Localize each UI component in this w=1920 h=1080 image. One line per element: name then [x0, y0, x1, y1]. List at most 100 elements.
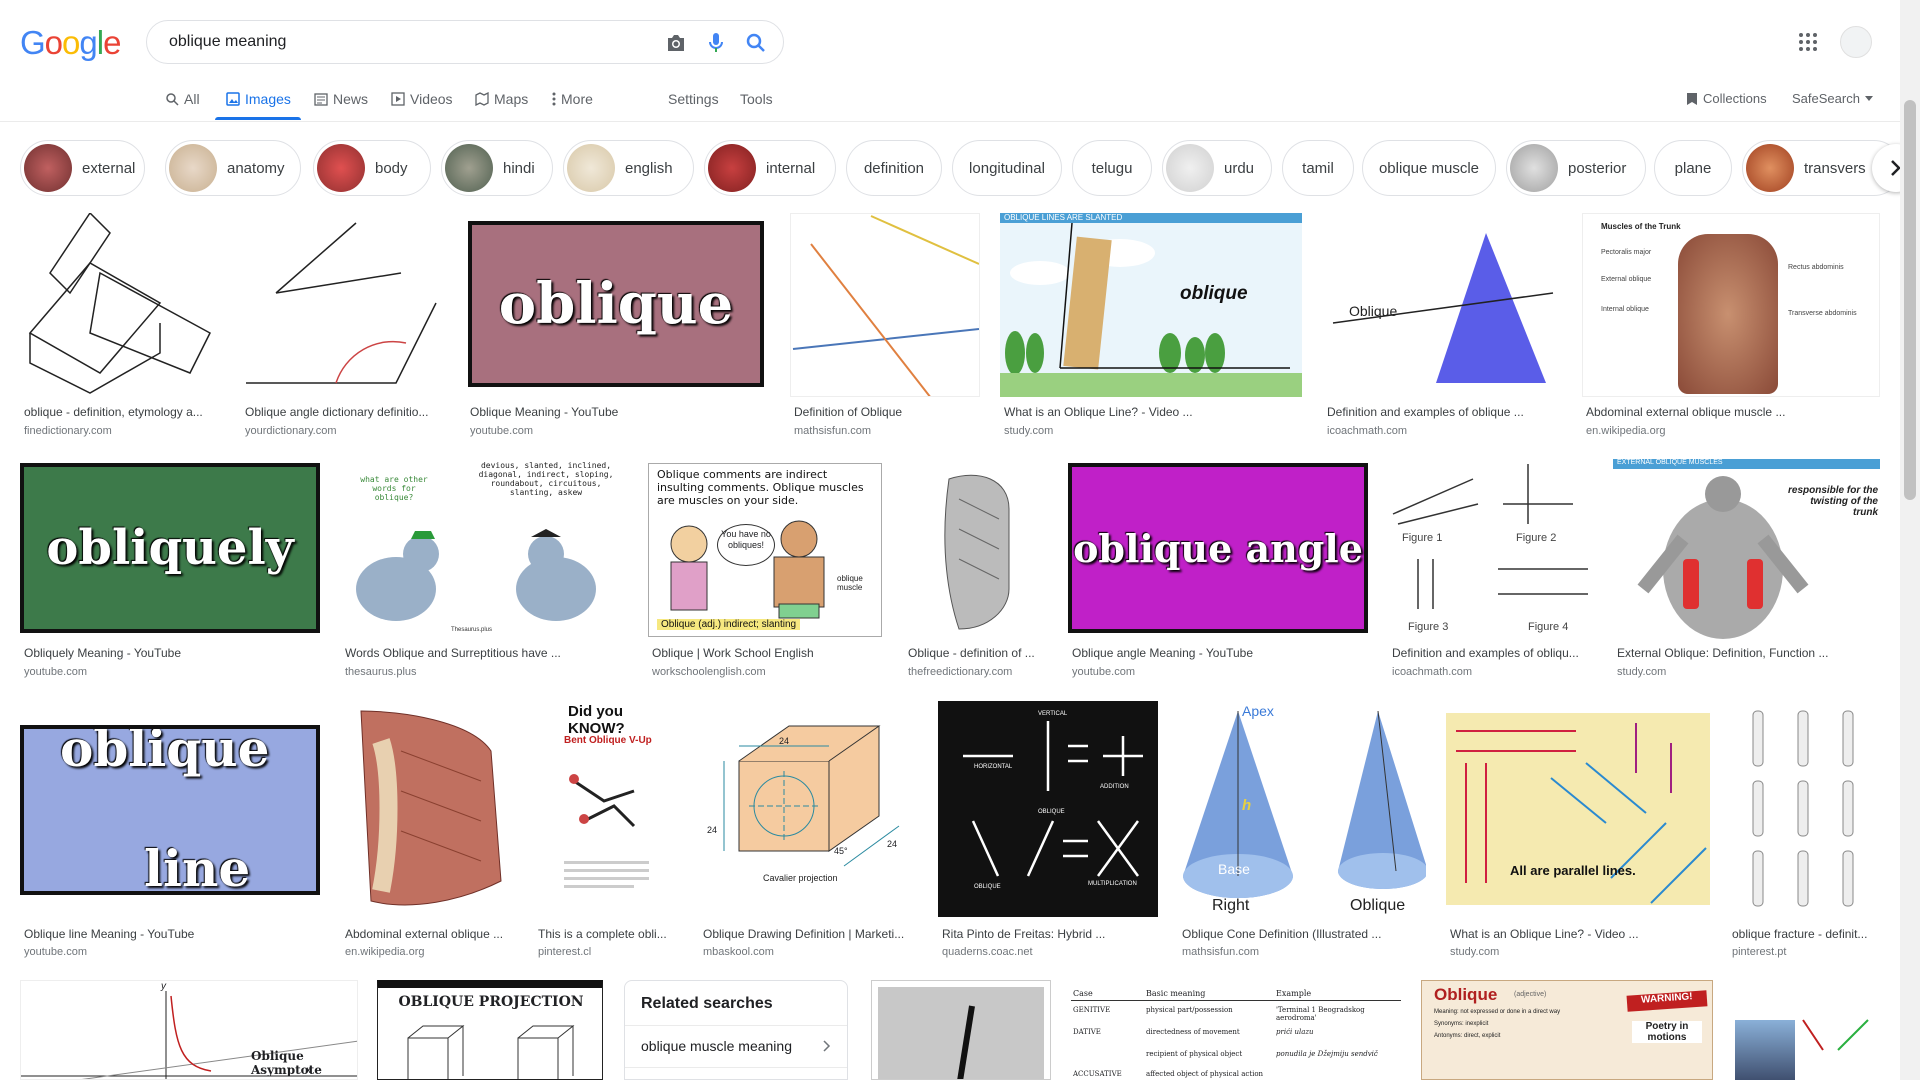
image-result[interactable]: EXTERNAL OBLIQUE MUSCLES responsible for…	[1613, 459, 1880, 683]
image-result[interactable]: oblique line Oblique line Meaning - YouT…	[20, 701, 322, 963]
chip-definition[interactable]: definition	[846, 140, 942, 196]
diagram-label: Rectus abdominis	[1788, 264, 1844, 271]
image-result[interactable]: OBLIQUE LINES ARE SLANTED oblique What i…	[1000, 213, 1302, 443]
result-image-word: line	[144, 839, 251, 895]
microphone-icon[interactable]	[704, 31, 728, 55]
table-cell: physical part/possession	[1146, 1006, 1233, 1014]
image-result[interactable]: Definition of Oblique mathsisfun.com	[790, 213, 980, 443]
chip-label: urdu	[1224, 159, 1255, 177]
result-title: External Oblique: Definition, Function .…	[1617, 646, 1829, 660]
result-source: pinterest.pt	[1732, 946, 1787, 958]
result-image: oblique angle	[1068, 463, 1368, 633]
image-result[interactable]: Apex h Base Right Oblique Oblique Cone D…	[1178, 701, 1426, 963]
search-icon[interactable]	[744, 31, 768, 55]
search-box[interactable]	[146, 20, 784, 64]
table-cell: directedness of movement	[1146, 1028, 1240, 1036]
result-source: workschoolenglish.com	[652, 666, 766, 678]
tab-all[interactable]: All	[166, 91, 200, 107]
apps-grid-icon[interactable]	[1796, 30, 1820, 54]
image-result[interactable]: Abdominal external oblique ... en.wikipe…	[341, 701, 513, 963]
result-image	[20, 213, 222, 397]
tab-more[interactable]: More	[552, 91, 593, 107]
tools-link[interactable]: Tools	[740, 91, 773, 107]
image-result[interactable]: oblique - definition, etymology a... fin…	[20, 213, 222, 443]
image-result[interactable]: what are other words for oblique? deviou…	[341, 459, 627, 683]
image-result[interactable]: y Oblique Asymptote x	[20, 980, 358, 1080]
google-logo[interactable]: Google	[20, 24, 121, 62]
result-image: Figure 1 Figure 2 Figure 3 Figure 4	[1388, 459, 1594, 639]
chip-posterior[interactable]: posterior	[1506, 140, 1646, 196]
image-result[interactable]: Oblique Definition and examples of obliq…	[1323, 213, 1561, 443]
settings-link[interactable]: Settings	[668, 91, 719, 107]
chip-external[interactable]: external	[20, 140, 145, 196]
safesearch-dropdown[interactable]: SafeSearch	[1792, 91, 1873, 106]
avatar[interactable]	[1840, 26, 1872, 58]
chip-hindi[interactable]: hindi	[441, 140, 553, 196]
tab-videos[interactable]: Videos	[391, 91, 453, 107]
image-result[interactable]: oblique Oblique Meaning - YouTube youtub…	[466, 213, 770, 443]
chip-english[interactable]: english	[563, 140, 694, 196]
image-result[interactable]: Oblique angle dictionary definitio... yo…	[241, 213, 445, 443]
tab-label: Videos	[410, 91, 453, 107]
image-result[interactable]: All are parallel lines. What is an Obliq…	[1446, 701, 1710, 963]
image-icon	[226, 92, 240, 106]
result-title: What is an Oblique Line? - Video ...	[1004, 405, 1193, 419]
chalk-label: HORIZONTAL	[974, 764, 1013, 770]
scrollbar-thumb[interactable]	[1904, 100, 1916, 500]
image-result[interactable]: Did you KNOW? Bent Oblique V-Up This is …	[534, 701, 678, 963]
image-result[interactable]: Case Basic meaning Example GENITIVE phys…	[1071, 980, 1401, 1080]
image-result[interactable]: OBLIQUE PROJECTION	[377, 980, 603, 1080]
dimension-label: 24	[887, 839, 898, 849]
chip-urdu[interactable]: urdu	[1162, 140, 1272, 196]
collections-label: Collections	[1703, 91, 1767, 106]
tab-label: More	[561, 91, 593, 107]
table-cell: prići ulazu	[1276, 1028, 1314, 1036]
collections-link[interactable]: Collections	[1686, 91, 1767, 106]
image-result[interactable]: VERTICAL HORIZONTAL ADDITION OBLIQUE OBL…	[938, 701, 1158, 963]
chip-longitudinal[interactable]: longitudinal	[952, 140, 1062, 196]
figure-label: Figure 1	[1402, 532, 1443, 544]
image-result[interactable]: 24 24 24 45° Cavalier projection Oblique…	[699, 701, 919, 963]
image-result[interactable]: Oblique - definition of ... thefreedicti…	[904, 459, 1048, 683]
image-result[interactable]: oblique angle Oblique angle Meaning - Yo…	[1068, 463, 1370, 683]
result-image: VERTICAL HORIZONTAL ADDITION OBLIQUE OBL…	[938, 701, 1158, 917]
chip-tamil[interactable]: tamil	[1282, 140, 1354, 196]
chevron-down-icon	[1864, 96, 1873, 101]
chalk-label: OBLIQUE	[1038, 809, 1065, 815]
image-result[interactable]	[871, 980, 1051, 1080]
image-result[interactable]: Figure 1 Figure 2 Figure 3 Figure 4 Defi…	[1388, 459, 1594, 683]
search-input[interactable]	[167, 32, 631, 52]
result-title: Abdominal external oblique muscle ...	[1586, 405, 1786, 419]
part-of-speech: (adjective)	[1514, 991, 1547, 998]
chip-anatomy[interactable]: anatomy	[165, 140, 301, 196]
image-result[interactable]: oblique fracture - definit... pinterest.…	[1728, 701, 1880, 963]
chip-internal[interactable]: internal	[704, 140, 836, 196]
result-image: what are other words for oblique? deviou…	[341, 459, 627, 639]
axis-label: x	[306, 1065, 311, 1076]
result-title: This is a complete obli...	[538, 927, 667, 941]
tab-news[interactable]: News	[314, 91, 368, 107]
image-result[interactable]: obliquely Obliquely Meaning - YouTube yo…	[20, 463, 322, 683]
chip-body[interactable]: body	[313, 140, 431, 196]
chip-oblique-muscle[interactable]: oblique muscle	[1362, 140, 1496, 196]
result-image-word: Oblique	[1349, 303, 1398, 319]
image-result[interactable]: Muscles of the Trunk Pectoralis major Ex…	[1582, 213, 1880, 443]
result-title: Oblique angle Meaning - YouTube	[1072, 646, 1254, 660]
related-search-item[interactable]: oblique muscle meaning	[625, 1026, 847, 1066]
search-icon	[166, 92, 179, 106]
result-source: study.com	[1617, 666, 1667, 678]
result-image-word: oblique angle	[1073, 525, 1363, 571]
diagram-label: Pectoralis major	[1601, 249, 1652, 256]
result-source: finedictionary.com	[24, 425, 112, 437]
camera-icon[interactable]	[664, 31, 688, 55]
result-image: Oblique	[1323, 213, 1561, 397]
tab-maps[interactable]: Maps	[475, 91, 528, 107]
chip-telugu[interactable]: telugu	[1072, 140, 1152, 196]
image-result[interactable]: Oblique comments are indirect insulting …	[648, 463, 884, 683]
tab-images[interactable]: Images	[226, 91, 291, 107]
image-result[interactable]	[1733, 980, 1880, 1080]
result-image: Oblique comments are indirect insulting …	[648, 463, 882, 637]
chip-label: external	[82, 159, 136, 177]
chip-plane[interactable]: plane	[1654, 140, 1732, 196]
image-result[interactable]: Oblique (adjective) Meaning: not express…	[1421, 980, 1713, 1080]
